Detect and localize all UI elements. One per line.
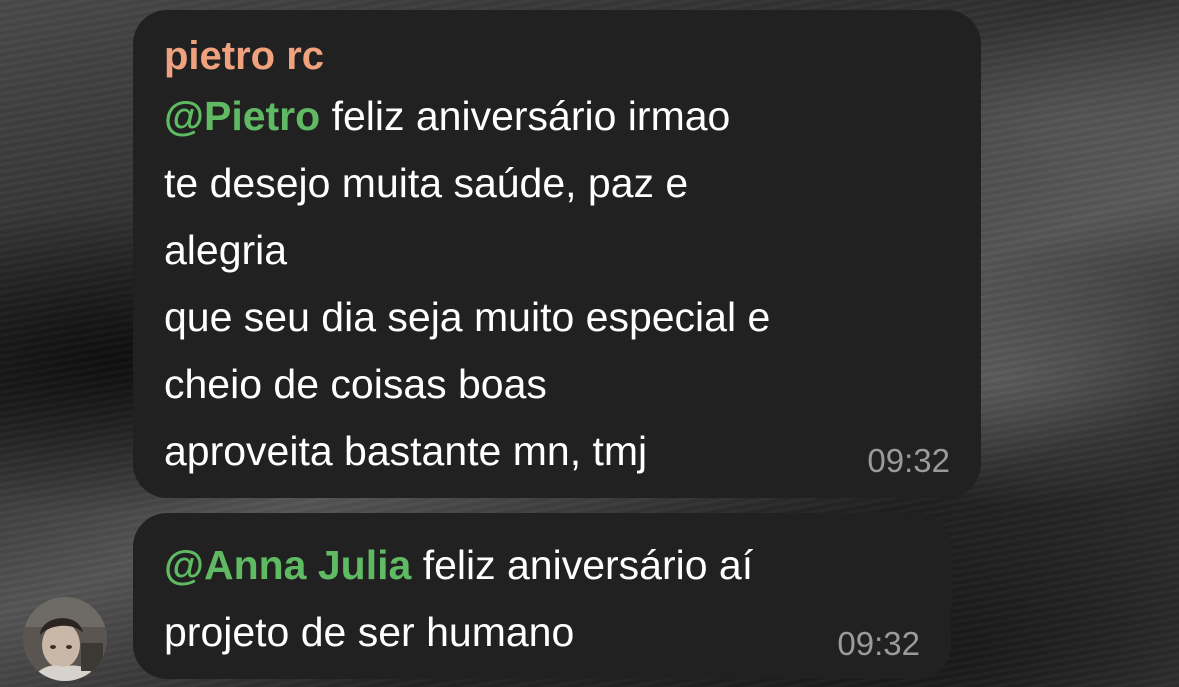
message-line: alegria xyxy=(164,227,288,273)
message-line: cheio de coisas boas xyxy=(164,361,547,407)
message-line: projeto de ser humano xyxy=(164,609,575,655)
message-line: feliz aniversário irmao xyxy=(320,93,731,139)
message-timestamp: 09:32 xyxy=(867,442,950,479)
message-line: aproveita bastante mn, tmj xyxy=(164,428,648,474)
message-bubble[interactable]: pietro rc @Pietro feliz aniversário irma… xyxy=(133,10,981,498)
message-text: @Anna Julia feliz aniversário aí projeto… xyxy=(164,532,753,666)
message-line: te desejo muita saúde, paz e xyxy=(164,160,689,206)
message-timestamp: 09:32 xyxy=(837,625,920,662)
avatar-image xyxy=(23,597,107,681)
sender-name[interactable]: pietro rc xyxy=(164,36,324,76)
message-bubble[interactable]: @Anna Julia feliz aniversário aí projeto… xyxy=(133,513,951,679)
mention-link[interactable]: @Pietro xyxy=(164,93,320,139)
message-text: @Pietro feliz aniversário irmao te desej… xyxy=(164,83,770,485)
message-line: que seu dia seja muito especial e xyxy=(164,294,771,340)
message-line: feliz aniversário aí xyxy=(411,542,754,588)
mention-link[interactable]: @Anna Julia xyxy=(164,542,411,588)
user-photo-avatar[interactable] xyxy=(23,597,107,681)
